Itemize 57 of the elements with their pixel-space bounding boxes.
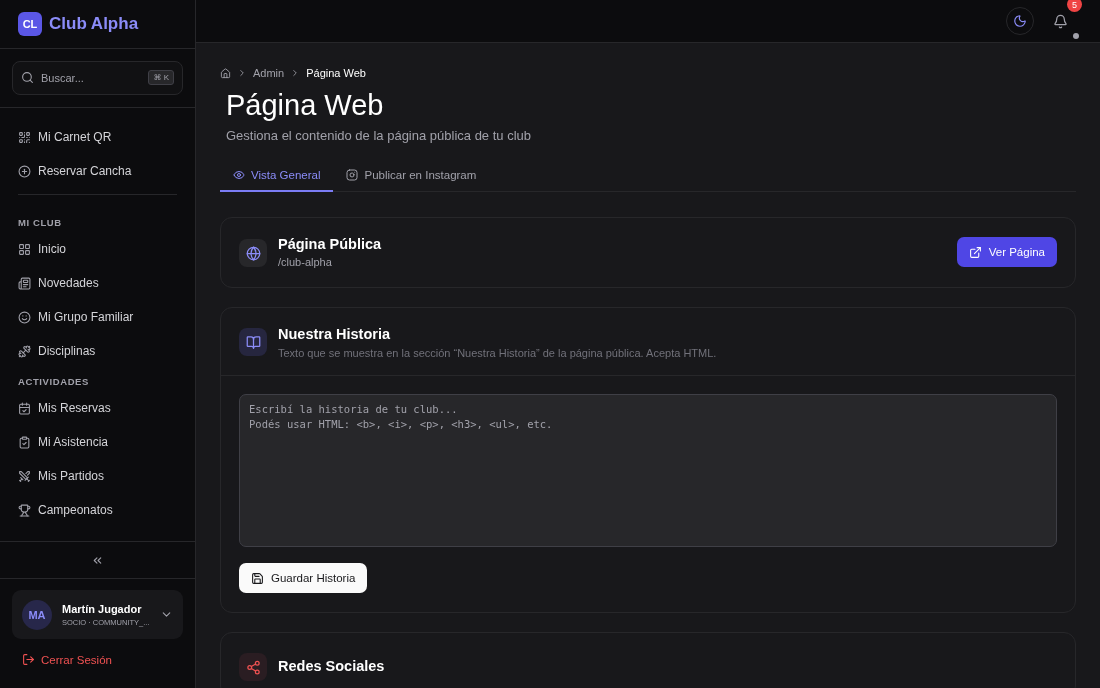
globe-icon xyxy=(239,239,267,267)
shortcut-hint: ⌘ K xyxy=(148,70,174,85)
card-title: Nuestra Historia xyxy=(278,326,391,342)
notification-count: 5 xyxy=(1067,0,1082,12)
nav-icon xyxy=(18,242,31,256)
breadcrumb-link[interactable]: Página Web xyxy=(306,67,366,79)
nav-icon xyxy=(18,164,31,178)
nav-item[interactable]: Mi Grupo Familiar xyxy=(18,300,177,334)
nav-icon xyxy=(18,469,31,483)
card-title: Página Pública xyxy=(278,236,382,252)
nav-icon xyxy=(18,276,31,290)
card-title: Redes Sociales xyxy=(278,658,385,674)
nav-item[interactable]: Mis Partidos xyxy=(18,459,177,493)
logout-icon xyxy=(22,653,35,666)
nav-icon xyxy=(18,435,31,449)
status-dot xyxy=(1073,33,1079,39)
chevron-right-icon xyxy=(237,68,247,78)
tab[interactable]: Publicar en Instagram xyxy=(333,169,490,192)
nav-item[interactable]: Reservar Cancha xyxy=(18,154,177,188)
logout-link[interactable]: Cerrar Sesión xyxy=(0,639,195,688)
external-link-icon xyxy=(968,245,982,259)
nav-item[interactable]: Novedades xyxy=(18,266,177,300)
nav-item[interactable]: Mi Carnet QR xyxy=(18,120,177,154)
nav-item[interactable]: Mi Asistencia xyxy=(18,425,177,459)
instagram-icon xyxy=(346,169,359,181)
card-description: Texto que se muestra en la sección “Nuestra Historia” de la página pública. Acepta HTML. xyxy=(278,347,717,359)
nav-item[interactable]: Campeonatos xyxy=(18,493,177,527)
page-title: Página Web xyxy=(226,89,385,122)
nav-item[interactable]: Disciplinas xyxy=(18,334,177,368)
nav-icon xyxy=(18,344,31,358)
avatar: MA xyxy=(22,599,52,630)
page-subtitle: Gestiona el contenido de la página pública de tu club xyxy=(226,128,532,143)
tab[interactable]: Vista General xyxy=(220,169,334,192)
breadcrumb-link[interactable]: Admin xyxy=(253,67,285,79)
logo-mark: CL xyxy=(18,12,42,36)
nav-icon xyxy=(18,503,31,517)
user-name: Martín Jugador xyxy=(62,602,143,615)
book-icon xyxy=(239,328,267,356)
app-name: Club Alpha xyxy=(49,14,139,34)
section-title: ACTIVIDADES xyxy=(18,375,90,389)
nav-icon xyxy=(18,310,31,324)
nav-item[interactable]: Mis Reservas xyxy=(18,391,177,425)
section-title: MI CLUB xyxy=(18,216,63,230)
save-icon xyxy=(251,571,264,585)
search-icon xyxy=(21,71,34,84)
view-page-button[interactable]: Ver Página xyxy=(956,237,1057,267)
nav-icon xyxy=(18,130,31,144)
eye-icon xyxy=(233,169,245,181)
share-icon xyxy=(239,653,267,681)
moon-icon xyxy=(1013,14,1027,28)
bell-icon xyxy=(1052,13,1068,29)
home-icon[interactable] xyxy=(220,67,231,79)
history-textarea[interactable]: Escribí la historia de tu club... Podés usar HTML: <b>, <i>, <p>, <h3>, <ul>, etc. xyxy=(239,394,1057,547)
nav-icon xyxy=(18,401,31,415)
nav-item[interactable]: Inicio xyxy=(18,232,177,266)
save-button[interactable]: Guardar Historia xyxy=(239,563,368,593)
page-path: /club-alpha xyxy=(278,256,333,268)
